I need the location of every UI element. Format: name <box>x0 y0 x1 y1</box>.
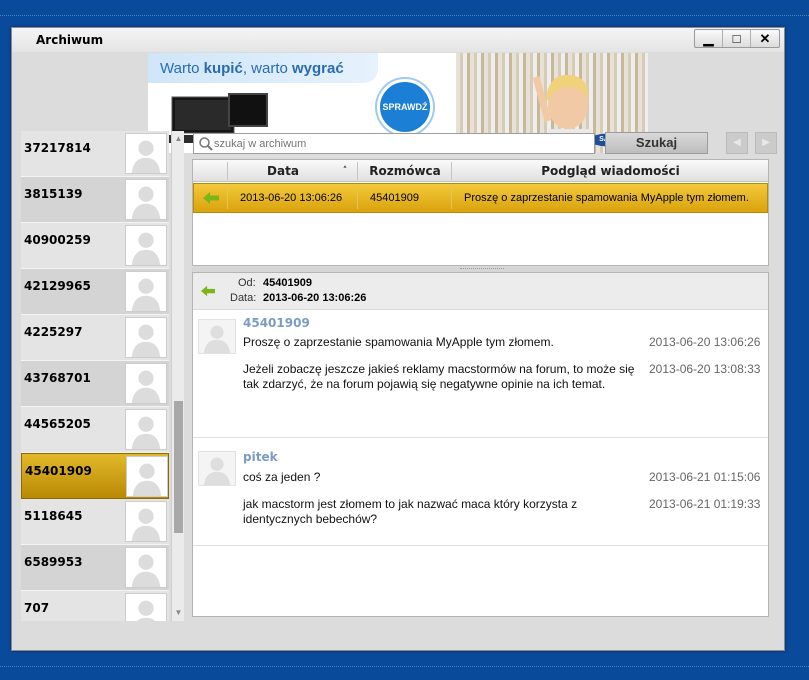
contact-name: 707 <box>24 601 50 615</box>
contact-name: 42129965 <box>24 279 91 293</box>
scrollbar-thumb[interactable] <box>174 401 183 533</box>
message-author[interactable]: pitek <box>243 450 278 464</box>
search-button[interactable]: Szukaj <box>605 132 708 154</box>
message-author[interactable]: 45401909 <box>243 316 310 330</box>
search-icon <box>199 137 213 151</box>
desktop-divider <box>0 666 809 667</box>
contact-name: 40900259 <box>24 233 91 247</box>
user-silhouette-icon <box>125 271 167 312</box>
contact-item[interactable]: 44565205 <box>21 407 169 453</box>
user-silhouette-icon <box>125 363 167 404</box>
user-silhouette-icon <box>125 317 167 358</box>
column-divider <box>357 162 358 180</box>
check-button[interactable]: SPRAWDŹ <box>377 79 433 135</box>
from-label: Od: <box>238 277 256 289</box>
table-row[interactable]: 2013-06-20 13:06:26 45401909 Proszę o za… <box>193 183 768 213</box>
from-value: 45401909 <box>263 277 312 289</box>
column-divider <box>227 187 228 209</box>
date-value: 2013-06-20 13:06:26 <box>263 292 367 304</box>
close-button[interactable]: ✕ <box>751 30 779 47</box>
row-partner: 45401909 <box>370 192 419 204</box>
contact-list-scrollbar[interactable]: ▲ ▼ <box>171 131 184 621</box>
monitor-image <box>228 93 268 127</box>
green-left-arrow-icon[interactable] <box>201 285 215 297</box>
user-silhouette-icon <box>126 456 168 497</box>
date-label: Data: <box>230 292 257 304</box>
contact-name: 45401909 <box>25 464 92 478</box>
column-header-date[interactable]: Data <box>229 164 337 178</box>
user-silhouette-icon <box>198 319 236 354</box>
window-title: Archiwum <box>36 33 104 47</box>
splitter-grip[interactable] <box>460 268 504 270</box>
message-time: 2013-06-20 13:08:33 <box>649 362 761 376</box>
desktop-divider <box>0 15 809 16</box>
user-silhouette-icon <box>125 593 167 621</box>
column-divider <box>451 187 452 209</box>
message-time: 2013-06-21 01:15:06 <box>649 470 761 484</box>
column-divider <box>227 162 228 180</box>
green-left-arrow-icon <box>203 192 219 204</box>
message-time: 2013-06-20 13:06:26 <box>649 335 761 349</box>
message-table: Data ˄ Rozmówca Podgląd wiadomości 2013-… <box>192 159 769 266</box>
next-page-button[interactable]: ▶ <box>755 132 777 154</box>
contact-item[interactable]: 6589953 <box>21 545 169 591</box>
contact-item[interactable]: 5118645 <box>21 499 169 545</box>
contact-item[interactable]: 37217814 <box>21 131 169 177</box>
contact-item[interactable]: 40900259 <box>21 223 169 269</box>
column-divider <box>357 187 358 209</box>
scroll-down-arrow-icon[interactable]: ▼ <box>173 607 184 619</box>
contact-list: 37217814 3815139 40900259 42129965 42252… <box>21 131 169 621</box>
contact-name: 3815139 <box>24 187 83 201</box>
search-input[interactable] <box>214 135 592 152</box>
message-text: Proszę o zaprzestanie spamowania MyApple… <box>243 335 554 349</box>
message-group: 45401909 Proszę o zaprzestanie spamowani… <box>193 311 768 438</box>
user-silhouette-icon <box>125 133 167 174</box>
search-bar: Szukaj ◀ ▶ <box>191 131 777 159</box>
contact-name: 6589953 <box>24 555 83 569</box>
message-time: 2013-06-21 01:19:33 <box>649 497 761 511</box>
table-header: Data ˄ Rozmówca Podgląd wiadomości <box>193 160 768 182</box>
contact-item[interactable]: 42129965 <box>21 269 169 315</box>
user-silhouette-icon <box>125 501 167 542</box>
user-silhouette-icon <box>125 179 167 220</box>
contact-item[interactable]: 707 <box>21 591 169 621</box>
message-text: coś za jeden ? <box>243 470 321 484</box>
contact-item-selected[interactable]: 45401909 <box>21 453 169 499</box>
scroll-up-arrow-icon[interactable]: ▲ <box>173 133 184 145</box>
search-field[interactable] <box>193 133 595 154</box>
message-group: pitek coś za jeden ? 2013-06-21 01:15:06… <box>193 438 768 546</box>
contact-name: 44565205 <box>24 417 91 431</box>
contact-name: 37217814 <box>24 141 91 155</box>
maximize-button[interactable]: □ <box>723 30 751 47</box>
conversation-detail: Od: 45401909 Data: 2013-06-20 13:06:26 4… <box>192 272 769 617</box>
conversation-header: Od: 45401909 Data: 2013-06-20 13:06:26 <box>193 273 768 310</box>
column-header-partner[interactable]: Rozmówca <box>359 164 451 178</box>
prev-page-button[interactable]: ◀ <box>726 132 748 154</box>
minimize-button[interactable]: ▁ <box>695 30 723 47</box>
user-silhouette-icon <box>198 451 236 486</box>
sort-ascending-icon: ˄ <box>342 166 348 176</box>
window-controls: ▁ □ ✕ <box>694 29 780 48</box>
contact-name: 4225297 <box>24 325 83 339</box>
message-text: Jeżeli zobaczę jeszcze jakieś reklamy ma… <box>243 362 635 391</box>
contact-item[interactable]: 3815139 <box>21 177 169 223</box>
user-silhouette-icon <box>125 225 167 266</box>
contact-item[interactable]: 4225297 <box>21 315 169 361</box>
contact-item[interactable]: 43768701 <box>21 361 169 407</box>
user-silhouette-icon <box>125 409 167 450</box>
contact-name: 43768701 <box>24 371 91 385</box>
user-silhouette-icon <box>125 547 167 588</box>
column-header-preview[interactable]: Podgląd wiadomości <box>453 164 768 178</box>
banner-slogan-bar: Warto kupić, warto wygrać <box>148 53 378 83</box>
title-bar[interactable]: Archiwum ▁ □ ✕ <box>12 28 784 52</box>
column-divider <box>451 162 452 180</box>
contact-name: 5118645 <box>24 509 83 523</box>
banner-slogan: Warto kupić, warto wygrać <box>160 60 344 77</box>
row-preview: Proszę o zaprzestanie spamowania MyApple… <box>464 192 749 204</box>
message-text: jak macstorm jest złomem to jak nazwać m… <box>243 497 578 526</box>
row-date: 2013-06-20 13:06:26 <box>240 192 343 204</box>
